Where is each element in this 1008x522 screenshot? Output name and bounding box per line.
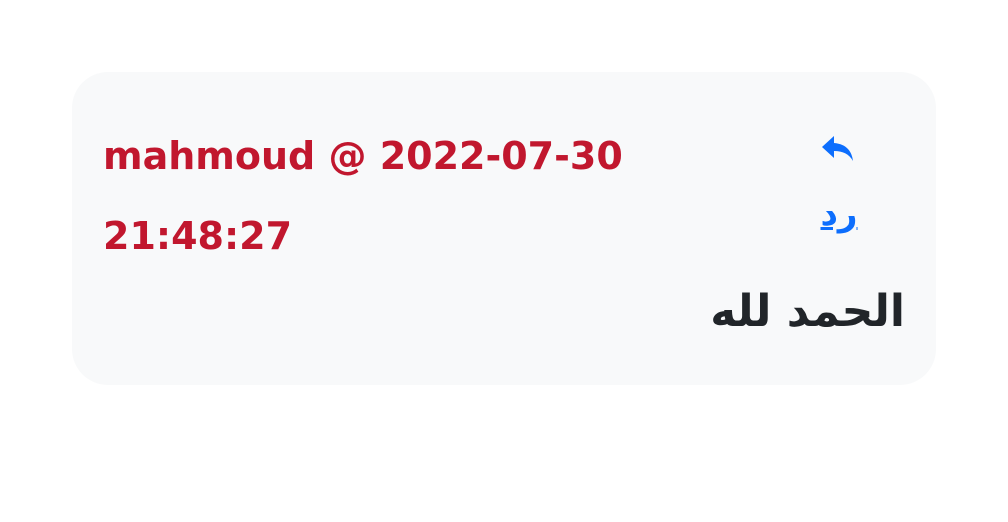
comment-body: الحمد لله: [710, 286, 905, 337]
reply-button[interactable]: رد: [809, 128, 869, 234]
comment-meta: mahmoud @ 2022-07-30 21:48:27: [103, 134, 623, 258]
comment-card: mahmoud @ 2022-07-30 21:48:27 رد الحمد ل…: [72, 72, 936, 385]
reply-arrow-icon: [822, 136, 853, 161]
reply-label: رد: [820, 194, 858, 234]
